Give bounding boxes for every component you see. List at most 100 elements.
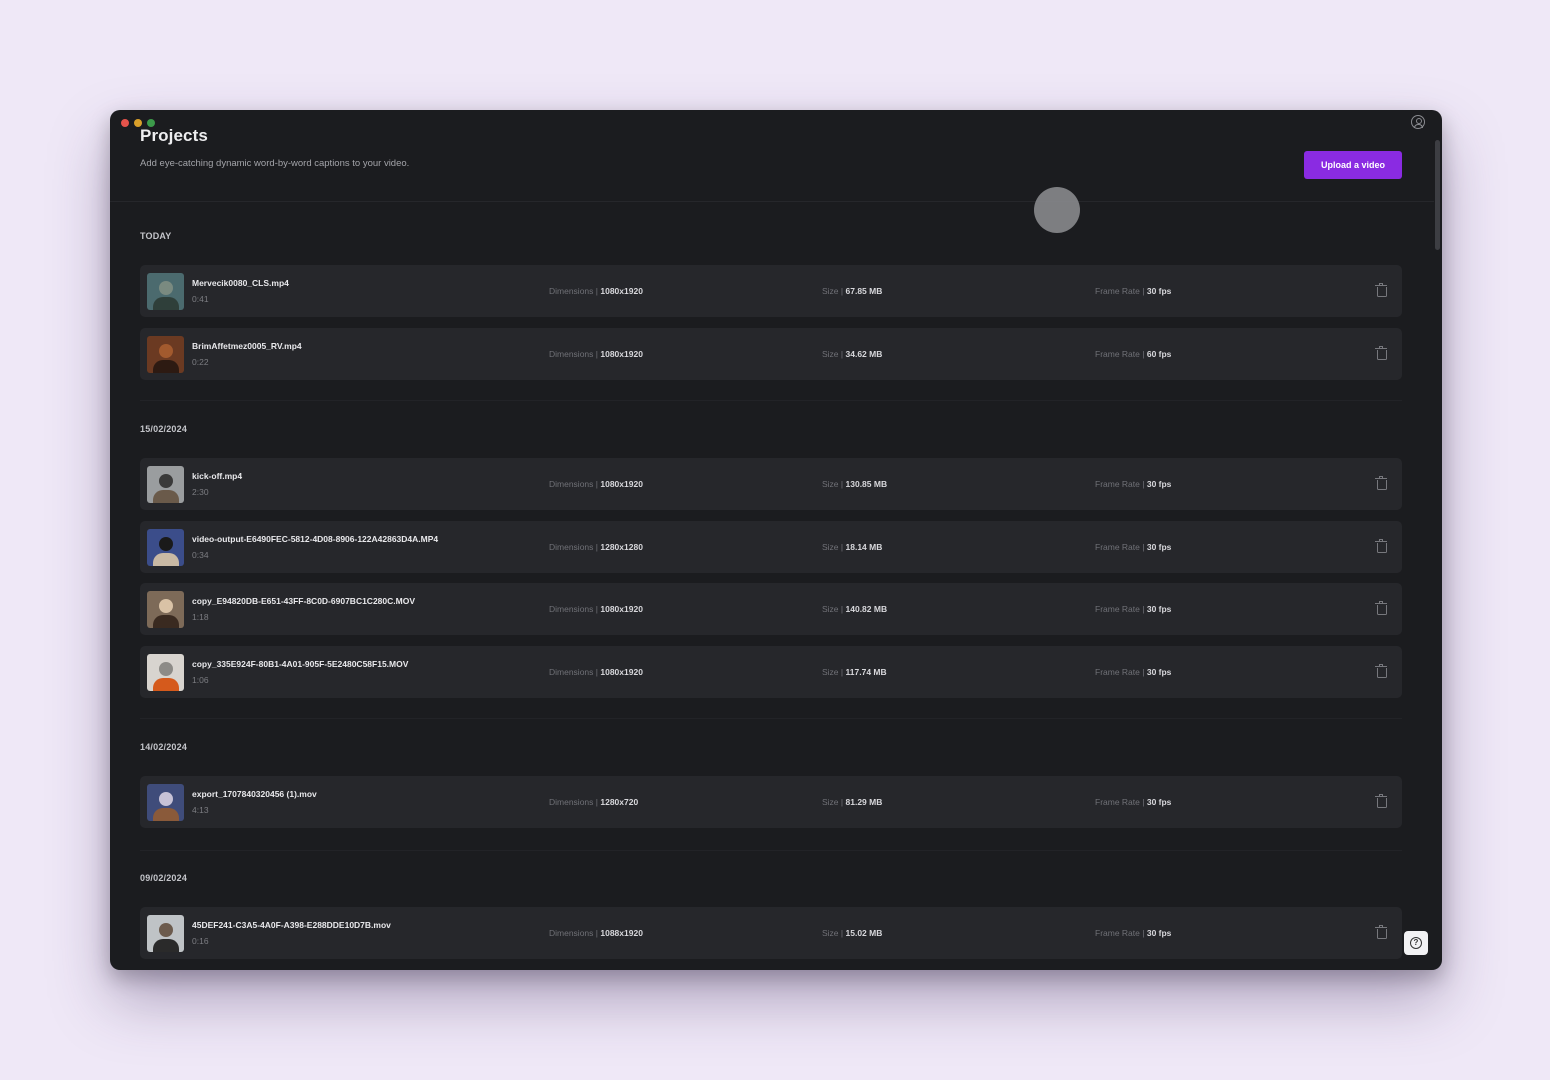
size-value: 18.14 MB bbox=[845, 542, 883, 552]
dimensions-info: Dimensions | 1088x1920 bbox=[549, 928, 643, 938]
frame-rate-value: 30 fps bbox=[1146, 604, 1172, 614]
frame-rate-value: 30 fps bbox=[1146, 928, 1172, 938]
size-label: Size bbox=[822, 667, 839, 677]
separator: | bbox=[840, 349, 844, 359]
project-row[interactable]: copy_335E924F-80B1-4A01-905F-5E2480C58F1… bbox=[140, 646, 1402, 698]
trash-icon[interactable] bbox=[1375, 601, 1387, 615]
dimensions-value: 1280x1280 bbox=[600, 542, 643, 552]
frame-rate-info: Frame Rate | 30 fps bbox=[1095, 667, 1171, 677]
project-file-name: kick-off.mp4 bbox=[192, 471, 243, 481]
frame-rate-value: 60 fps bbox=[1146, 349, 1172, 359]
frame-rate-value: 30 fps bbox=[1146, 667, 1172, 677]
video-thumbnail bbox=[147, 654, 184, 691]
frame-rate-label: Frame Rate bbox=[1095, 604, 1140, 614]
separator: | bbox=[1142, 667, 1145, 677]
help-button[interactable]: ? bbox=[1404, 931, 1428, 955]
separator: | bbox=[595, 797, 598, 807]
project-file-name: 45DEF241-C3A5-4A0F-A398-E288DDE10D7B.mov bbox=[192, 920, 391, 930]
group-date-label: TODAY bbox=[140, 231, 172, 241]
project-file-name: copy_335E924F-80B1-4A01-905F-5E2480C58F1… bbox=[192, 659, 409, 669]
project-duration: 1:06 bbox=[192, 675, 209, 685]
dimensions-label: Dimensions bbox=[549, 928, 594, 938]
close-window-button[interactable] bbox=[121, 119, 129, 127]
project-duration: 0:34 bbox=[192, 550, 209, 560]
size-info: Size | 140.82 MB bbox=[822, 604, 887, 614]
dimensions-label: Dimensions bbox=[549, 542, 594, 552]
size-info: Size | 34.62 MB bbox=[822, 349, 882, 359]
dimensions-label: Dimensions bbox=[549, 286, 594, 296]
separator: | bbox=[1142, 604, 1145, 614]
video-thumbnail bbox=[147, 529, 184, 566]
project-row[interactable]: Mervecik0080_CLS.mp4 0:41 Dimensions | 108… bbox=[140, 265, 1402, 317]
group-date-label: 09/02/2024 bbox=[140, 873, 188, 883]
frame-rate-info: Frame Rate | 30 fps bbox=[1095, 797, 1171, 807]
separator: | bbox=[595, 542, 598, 552]
dimensions-value: 1080x1920 bbox=[600, 667, 643, 677]
dimensions-value: 1080x1920 bbox=[600, 349, 643, 359]
separator: | bbox=[840, 604, 844, 614]
frame-rate-info: Frame Rate | 60 fps bbox=[1095, 349, 1171, 359]
project-row[interactable]: BrimAffetmez0005_RV.mp4 0:22 Dimensions | … bbox=[140, 328, 1402, 380]
separator: | bbox=[840, 797, 844, 807]
dimensions-label: Dimensions bbox=[549, 667, 594, 677]
dimensions-info: Dimensions | 1080x1920 bbox=[549, 667, 643, 677]
upload-video-button[interactable]: Upload a video bbox=[1304, 151, 1402, 179]
separator: | bbox=[840, 542, 844, 552]
frame-rate-info: Frame Rate | 30 fps bbox=[1095, 479, 1171, 489]
project-duration: 0:16 bbox=[192, 936, 209, 946]
frame-rate-label: Frame Rate bbox=[1095, 542, 1140, 552]
dimensions-label: Dimensions bbox=[549, 797, 594, 807]
frame-rate-info: Frame Rate | 30 fps bbox=[1095, 542, 1171, 552]
separator: | bbox=[840, 928, 844, 938]
page-subtitle: Add eye-catching dynamic word-by-word ca… bbox=[140, 158, 410, 169]
frame-rate-label: Frame Rate bbox=[1095, 667, 1140, 677]
project-file-name: BrimAffetmez0005_RV.mp4 bbox=[192, 341, 302, 351]
video-thumbnail bbox=[147, 915, 184, 952]
dimensions-value: 1080x1920 bbox=[600, 479, 643, 489]
size-label: Size bbox=[822, 797, 839, 807]
scrollbar[interactable] bbox=[1434, 136, 1441, 966]
group-divider bbox=[140, 850, 1402, 851]
size-info: Size | 15.02 MB bbox=[822, 928, 882, 938]
size-label: Size bbox=[822, 542, 839, 552]
scrollbar-thumb[interactable] bbox=[1435, 140, 1440, 250]
dimensions-label: Dimensions bbox=[549, 479, 594, 489]
separator: | bbox=[595, 479, 598, 489]
trash-icon[interactable] bbox=[1375, 794, 1387, 808]
size-label: Size bbox=[822, 479, 839, 489]
dimensions-info: Dimensions | 1080x1920 bbox=[549, 604, 643, 614]
project-row[interactable]: video-output-E6490FEC-5812-4D08-8906-122… bbox=[140, 521, 1402, 573]
size-value: 140.82 MB bbox=[845, 604, 888, 614]
project-row[interactable]: copy_E94820DB-E651-43FF-8C0D-6907BC1C280… bbox=[140, 583, 1402, 635]
frame-rate-value: 30 fps bbox=[1146, 797, 1172, 807]
dimensions-info: Dimensions | 1080x1920 bbox=[549, 349, 643, 359]
trash-icon[interactable] bbox=[1375, 283, 1387, 297]
size-info: Size | 67.85 MB bbox=[822, 286, 882, 296]
size-info: Size | 117.74 MB bbox=[822, 667, 887, 677]
trash-icon[interactable] bbox=[1375, 476, 1387, 490]
dimensions-info: Dimensions | 1080x1920 bbox=[549, 286, 643, 296]
project-row[interactable]: 45DEF241-C3A5-4A0F-A398-E288DDE10D7B.mov… bbox=[140, 907, 1402, 959]
size-value: 81.29 MB bbox=[845, 797, 883, 807]
dimensions-label: Dimensions bbox=[549, 349, 594, 359]
project-file-name: export_1707840320456 (1).mov bbox=[192, 789, 317, 799]
project-duration: 2:30 bbox=[192, 487, 209, 497]
size-label: Size bbox=[822, 286, 839, 296]
account-icon[interactable] bbox=[1411, 115, 1425, 129]
project-row[interactable]: export_1707840320456 (1).mov 4:13 Dimensio… bbox=[140, 776, 1402, 828]
frame-rate-label: Frame Rate bbox=[1095, 797, 1140, 807]
dimensions-value: 1080x1920 bbox=[600, 604, 643, 614]
size-info: Size | 130.85 MB bbox=[822, 479, 887, 489]
group-divider bbox=[140, 718, 1402, 719]
size-value: 130.85 MB bbox=[845, 479, 888, 489]
trash-icon[interactable] bbox=[1375, 539, 1387, 553]
trash-icon[interactable] bbox=[1375, 664, 1387, 678]
trash-icon[interactable] bbox=[1375, 925, 1387, 939]
frame-rate-info: Frame Rate | 30 fps bbox=[1095, 286, 1171, 296]
separator: | bbox=[1142, 542, 1145, 552]
group-date-label: 15/02/2024 bbox=[140, 424, 188, 434]
trash-icon[interactable] bbox=[1375, 346, 1387, 360]
project-file-name: video-output-E6490FEC-5812-4D08-8906-122… bbox=[192, 534, 439, 544]
project-row[interactable]: kick-off.mp4 2:30 Dimensions | 1080x1920 Si… bbox=[140, 458, 1402, 510]
video-thumbnail bbox=[147, 784, 184, 821]
